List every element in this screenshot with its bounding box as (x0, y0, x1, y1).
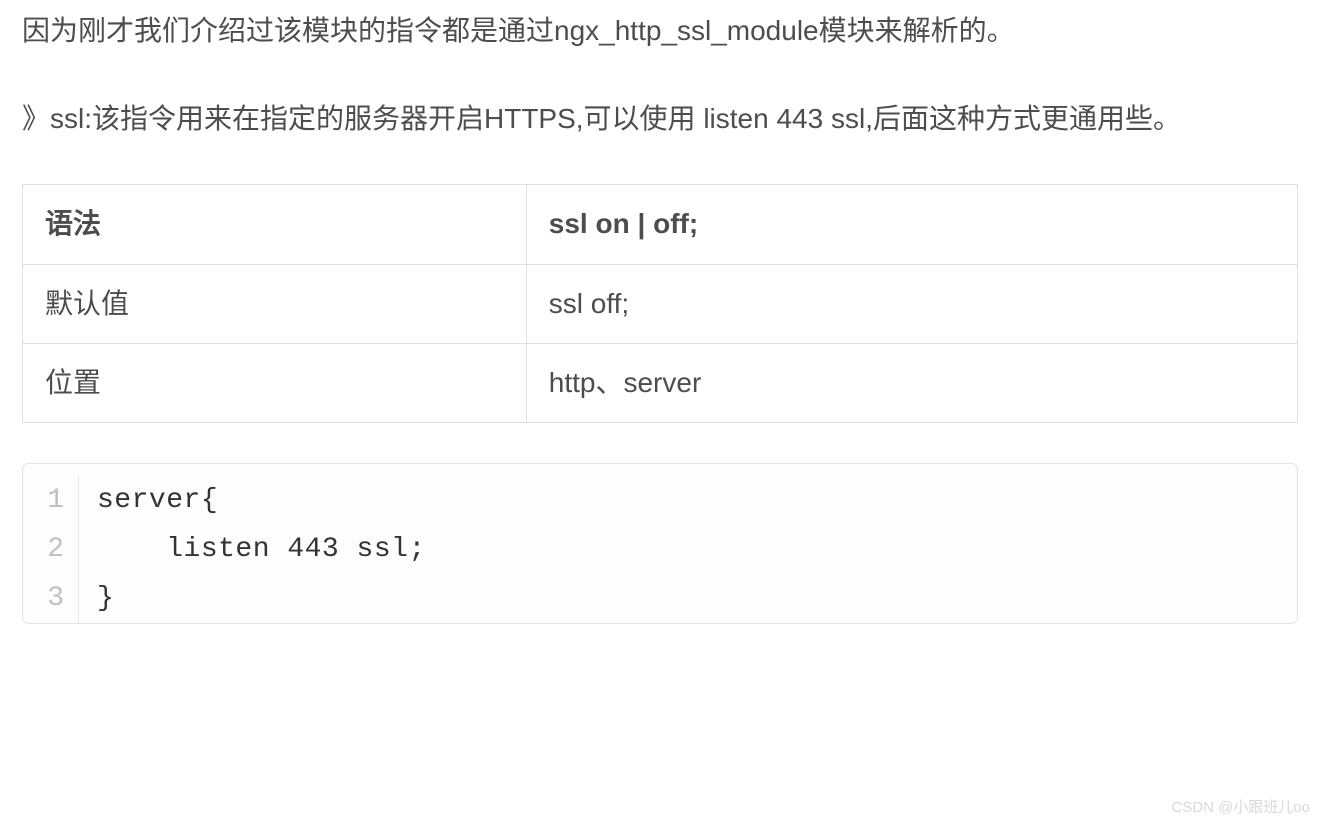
table-header-value: ssl on | off; (526, 185, 1297, 264)
table-row: 默认值 ssl off; (23, 264, 1298, 343)
line-number: 3 (23, 574, 79, 623)
line-number: 1 (23, 476, 79, 525)
line-content: } (79, 574, 114, 623)
code-block: 1 server{ 2 listen 443 ssl; 3 } (22, 463, 1298, 624)
table-header-syntax: 语法 (23, 185, 527, 264)
code-line: 3 } (23, 574, 1297, 623)
intro-paragraph-2: 》ssl:该指令用来在指定的服务器开启HTTPS,可以使用 listen 443… (22, 96, 1298, 142)
table-cell-value: http、server (526, 343, 1297, 422)
code-line: 1 server{ (23, 476, 1297, 525)
table-row: 位置 http、server (23, 343, 1298, 422)
line-content: server{ (79, 476, 218, 525)
syntax-table: 语法 ssl on | off; 默认值 ssl off; 位置 http、se… (22, 184, 1298, 423)
table-cell-value: ssl off; (526, 264, 1297, 343)
watermark: CSDN @小跟班儿oo (1171, 796, 1310, 821)
code-line: 2 listen 443 ssl; (23, 525, 1297, 574)
line-number: 2 (23, 525, 79, 574)
line-content: listen 443 ssl; (79, 525, 426, 574)
intro-paragraph-1: 因为刚才我们介绍过该模块的指令都是通过ngx_http_ssl_module模块… (22, 8, 1298, 54)
table-cell-label: 位置 (23, 343, 527, 422)
table-cell-label: 默认值 (23, 264, 527, 343)
table-header-row: 语法 ssl on | off; (23, 185, 1298, 264)
